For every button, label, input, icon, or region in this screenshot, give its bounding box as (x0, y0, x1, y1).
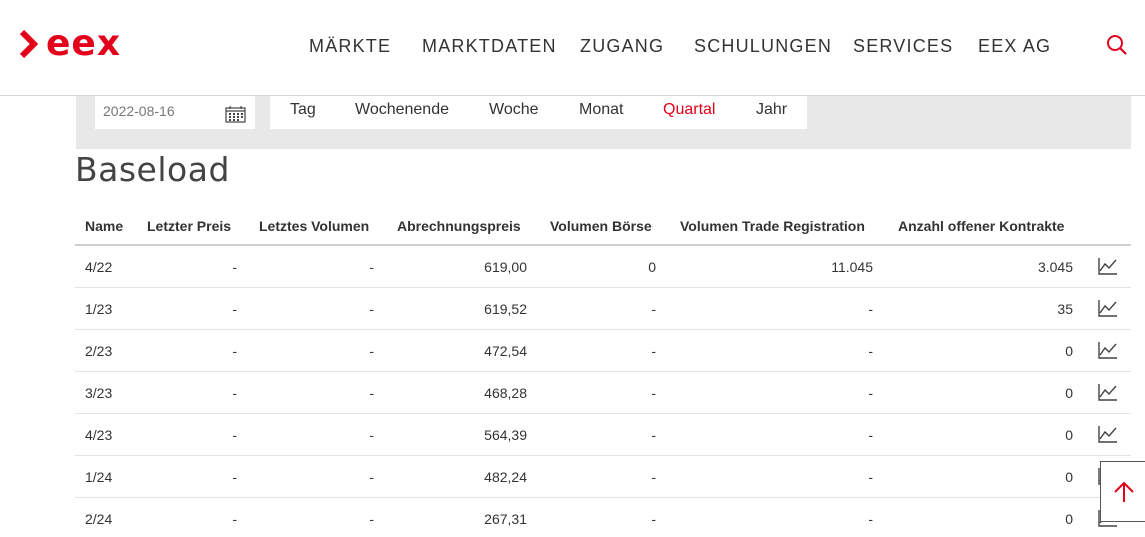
col-abrechnungspreis: Abrechnungspreis (397, 218, 521, 234)
table-row: 4/23 - - 564,39 - - 0 (75, 414, 1131, 456)
eex-logo[interactable]: eex (20, 26, 121, 62)
col-volumen-boerse: Volumen Börse (550, 218, 652, 234)
cell-volumen-boerse: - (651, 469, 656, 485)
cell-name: 1/24 (85, 469, 113, 485)
tab-jahr[interactable]: Jahr (756, 101, 787, 119)
tab-quartal[interactable]: Quartal (663, 101, 715, 119)
cell-name: 3/23 (85, 385, 113, 401)
cell-anzahl-offener-kontrakte: 0 (1065, 427, 1073, 443)
cell-abrechnungspreis: 619,52 (484, 301, 527, 317)
chevron-right-icon (20, 30, 38, 58)
logo-text: eex (46, 23, 122, 64)
cell-volumen-trade-registration: 11.045 (831, 259, 873, 275)
period-tabs: Tag Wochenende Woche Monat Quartal Jahr (270, 96, 807, 129)
col-name: Name (85, 218, 124, 234)
arrow-up-icon (1114, 481, 1134, 502)
nav-item-maerkte[interactable]: MÄRKTE (309, 36, 391, 57)
cell-letzter-preis: - (232, 343, 237, 359)
date-field[interactable]: 2022-08-16 (95, 96, 255, 129)
tab-wochenende[interactable]: Wochenende (355, 101, 449, 119)
cell-abrechnungspreis: 472,54 (484, 343, 527, 359)
filter-bar: 2022-08-16 Tag Wochenende Woche Monat Qu… (76, 96, 1131, 149)
cell-volumen-boerse: - (651, 301, 656, 317)
table-row: 4/22 - - 619,00 0 11.045 3.045 (75, 246, 1131, 288)
col-anzahl-offener-kontrakte: Anzahl offener Kontrakte (898, 218, 1065, 234)
cell-letztes-volumen: - (369, 469, 374, 485)
cell-anzahl-offener-kontrakte: 35 (1057, 301, 1073, 317)
cell-volumen-trade-registration: - (868, 427, 873, 443)
tab-tag[interactable]: Tag (290, 101, 316, 119)
tab-monat[interactable]: Monat (579, 101, 623, 119)
nav-item-marktdaten[interactable]: MARKTDATEN (422, 36, 557, 57)
cell-volumen-boerse: - (651, 427, 656, 443)
table-row: 3/23 - - 468,28 - - 0 (75, 372, 1131, 414)
cell-name: 4/23 (85, 427, 113, 443)
calendar-icon[interactable] (225, 106, 246, 123)
cell-abrechnungspreis: 564,39 (484, 427, 527, 443)
cell-letzter-preis: - (232, 469, 237, 485)
cell-volumen-trade-registration: - (868, 343, 873, 359)
cell-letztes-volumen: - (369, 427, 374, 443)
col-letztes-volumen: Letztes Volumen (259, 218, 370, 234)
tab-woche[interactable]: Woche (489, 101, 539, 119)
line-chart-icon[interactable] (1098, 257, 1118, 275)
cell-name: 2/23 (85, 343, 113, 359)
cell-letzter-preis: - (232, 385, 237, 401)
cell-volumen-trade-registration: - (868, 301, 873, 317)
cell-letztes-volumen: - (369, 259, 374, 275)
cell-abrechnungspreis: 482,24 (484, 469, 527, 485)
col-letzter-preis: Letzter Preis (147, 218, 232, 234)
nav-item-zugang[interactable]: ZUGANG (580, 36, 664, 57)
cell-name: 4/22 (85, 259, 113, 275)
cell-volumen-trade-registration: - (868, 511, 873, 527)
table-row: 1/24 - - 482,24 - - 0 (75, 456, 1131, 498)
line-chart-icon[interactable] (1098, 383, 1118, 401)
cell-anzahl-offener-kontrakte: 0 (1065, 511, 1073, 527)
site-header: eex MÄRKTE MARKTDATEN ZUGANG SCHULUNGEN … (0, 0, 1145, 96)
cell-anzahl-offener-kontrakte: 3.045 (1037, 259, 1073, 275)
line-chart-icon[interactable] (1098, 425, 1118, 443)
cell-volumen-boerse: 0 (648, 259, 656, 275)
cell-letzter-preis: - (232, 259, 237, 275)
section-title: Baseload (75, 150, 230, 189)
cell-name: 2/24 (85, 511, 113, 527)
table-row: 2/24 - - 267,31 - - 0 (75, 498, 1131, 537)
line-chart-icon[interactable] (1098, 341, 1118, 359)
cell-volumen-trade-registration: - (868, 469, 873, 485)
cell-volumen-boerse: - (651, 511, 656, 527)
cell-anzahl-offener-kontrakte: 0 (1065, 343, 1073, 359)
cell-anzahl-offener-kontrakte: 0 (1065, 385, 1073, 401)
table-row: 2/23 - - 472,54 - - 0 (75, 330, 1131, 372)
table-row: 1/23 - - 619,52 - - 35 (75, 288, 1131, 330)
search-icon[interactable] (1106, 34, 1128, 56)
cell-letzter-preis: - (232, 301, 237, 317)
cell-abrechnungspreis: 267,31 (484, 511, 527, 527)
cell-letzter-preis: - (232, 511, 237, 527)
col-volumen-trade-registration: Volumen Trade Registration (680, 218, 865, 234)
cell-anzahl-offener-kontrakte: 0 (1065, 469, 1073, 485)
cell-abrechnungspreis: 619,00 (484, 259, 527, 275)
line-chart-icon[interactable] (1098, 299, 1118, 317)
cell-name: 1/23 (85, 301, 113, 317)
back-to-top-button[interactable] (1100, 461, 1145, 522)
cell-letztes-volumen: - (369, 385, 374, 401)
cell-letztes-volumen: - (369, 301, 374, 317)
nav-item-eex-ag[interactable]: EEX AG (978, 36, 1051, 57)
cell-volumen-boerse: - (651, 343, 656, 359)
cell-letztes-volumen: - (369, 343, 374, 359)
cell-abrechnungspreis: 468,28 (484, 385, 527, 401)
cell-volumen-boerse: - (651, 385, 656, 401)
nav-item-schulungen[interactable]: SCHULUNGEN (694, 36, 832, 57)
date-value: 2022-08-16 (103, 103, 175, 119)
cell-letzter-preis: - (232, 427, 237, 443)
cell-letztes-volumen: - (369, 511, 374, 527)
cell-volumen-trade-registration: - (868, 385, 873, 401)
table-header: Name Letzter Preis Letztes Volumen Abrec… (75, 205, 1131, 246)
nav-item-services[interactable]: SERVICES (853, 36, 953, 57)
